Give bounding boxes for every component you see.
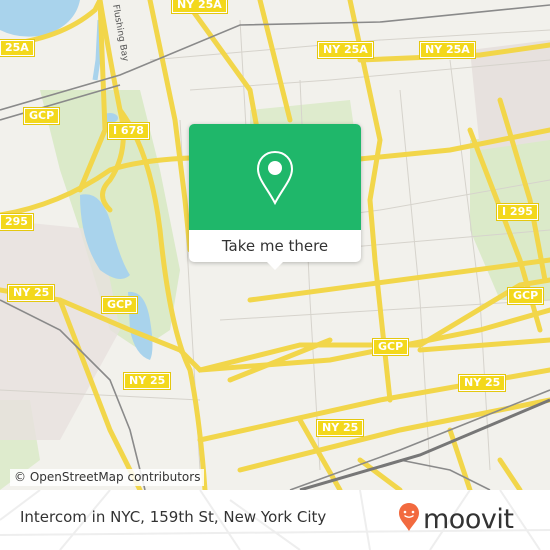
highway-shield: 25A [0, 39, 35, 57]
highway-shield: NY 25A [171, 0, 228, 14]
highway-shield: NY 25 [122, 372, 172, 390]
map-view[interactable]: Flushing Bay 25A NY 25A NY 25A NY 25A GC… [0, 0, 550, 490]
highway-shield: 295 [0, 213, 34, 231]
highway-shield: NY 25A [317, 41, 374, 59]
highway-shield: GCP [22, 107, 61, 125]
highway-shield: NY 25A [419, 41, 476, 59]
highway-shield: I 295 [496, 203, 539, 221]
location-popup: Take me there [189, 124, 361, 270]
popup-tail [266, 261, 284, 270]
take-me-there-button[interactable]: Take me there [189, 230, 361, 262]
popup-header [189, 124, 361, 230]
moovit-logo[interactable]: moovit [398, 502, 514, 536]
footer-bar: Intercom in NYC, 159th St, New York City… [0, 490, 550, 550]
highway-shield: GCP [506, 287, 545, 305]
highway-shield: GCP [100, 296, 139, 314]
street-label: Flushing Bay [110, 4, 130, 63]
highway-shield: NY 25 [6, 284, 56, 302]
map-attribution[interactable]: © OpenStreetMap contributors [10, 469, 205, 486]
highway-shield: I 678 [107, 122, 150, 140]
moovit-wordmark: moovit [423, 503, 514, 535]
water-bay [0, 0, 80, 37]
highway-shield: NY 25 [315, 419, 365, 437]
highway-shield: GCP [371, 338, 410, 356]
location-title: Intercom in NYC, 159th St, New York City [20, 508, 327, 526]
highway-shield: NY 25 [457, 374, 507, 392]
moovit-pin-icon [398, 502, 420, 536]
